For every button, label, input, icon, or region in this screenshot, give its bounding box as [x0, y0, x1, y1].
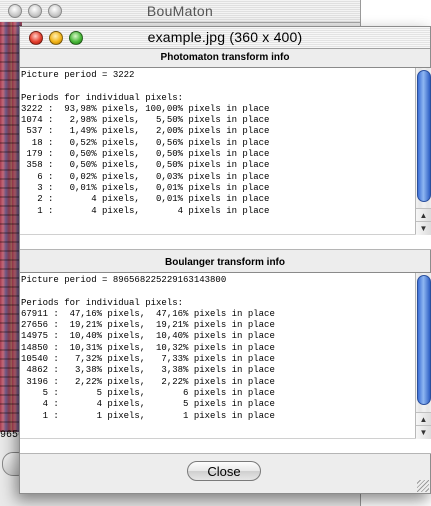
boulanger-heading: Boulanger transform info	[164, 257, 285, 268]
photomaton-heading: Photomaton transform info	[160, 52, 290, 63]
photomaton-line: Periods for individual pixels:	[21, 92, 184, 103]
info-window: example.jpg (360 x 400) Photomaton trans…	[19, 26, 431, 494]
boulanger-line: Picture period = 896568225229163143800	[21, 275, 227, 285]
boulanger-text-view[interactable]: Picture period = 896568225229163143800 Pe…	[20, 272, 431, 454]
photomaton-text: Picture period = 3222 Periods for individ…	[21, 70, 269, 217]
photomaton-line: 358 : 0,50% pixels, 0,50% pixels in plac…	[21, 160, 270, 171]
window-titlebar[interactable]: example.jpg (360 x 400)	[20, 27, 430, 49]
photomaton-line: Picture period = 3222	[21, 70, 135, 80]
photomaton-line: 1074 : 2,98% pixels, 5,50% pixels in pla…	[21, 115, 270, 126]
photomaton-scroll-thumb[interactable]	[417, 70, 431, 202]
boulanger-line: 3196 : 2,22% pixels, 2,22% pixels in pla…	[21, 376, 275, 387]
scroll-up-arrow-icon[interactable]: ▲	[416, 412, 431, 426]
boulanger-scroll-thumb[interactable]	[417, 275, 431, 405]
photomaton-line: 3 : 0,01% pixels, 0,01% pixels in place	[21, 182, 270, 193]
photomaton-line: 6 : 0,02% pixels, 0,03% pixels in place	[21, 171, 270, 182]
photomaton-line: 1 : 4 pixels, 4 pixels in place	[21, 205, 270, 216]
background-titlebar: BouMaton	[0, 0, 360, 23]
boulanger-line: 1 : 1 pixels, 1 pixels in place	[21, 410, 275, 421]
boulanger-line: 5 : 5 pixels, 6 pixels in place	[21, 387, 275, 398]
photomaton-line: 18 : 0,52% pixels, 0,56% pixels in place	[21, 137, 270, 148]
boulanger-line: 4862 : 3,38% pixels, 3,38% pixels in pla…	[21, 365, 275, 376]
photomaton-line: 179 : 0,50% pixels, 0,50% pixels in plac…	[21, 149, 270, 160]
boulanger-line: Periods for individual pixels:	[21, 297, 184, 308]
resize-grip-icon[interactable]	[417, 480, 429, 492]
boulanger-vertical-scrollbar[interactable]: ▲ ▼	[415, 273, 431, 439]
boulanger-text: Picture period = 896568225229163143800 Pe…	[21, 275, 275, 422]
photomaton-line: 3222 : 93,98% pixels, 100,00% pixels in …	[21, 103, 270, 114]
photomaton-horizontal-scrollbar[interactable]	[20, 234, 431, 248]
boulanger-line: 14850 : 10,31% pixels, 10,32% pixels in …	[21, 342, 275, 353]
scroll-down-arrow-icon[interactable]: ▼	[416, 425, 431, 439]
boulanger-line: 10540 : 7,32% pixels, 7,33% pixels in pl…	[21, 354, 275, 365]
boulanger-line: 14975 : 10,40% pixels, 10,40% pixels in …	[21, 331, 275, 342]
scroll-up-arrow-icon[interactable]: ▲	[416, 208, 431, 222]
boulanger-line: 4 : 4 pixels, 5 pixels in place	[21, 399, 275, 410]
background-window-title: BouMaton	[146, 3, 214, 19]
photomaton-line: 537 : 1,49% pixels, 2,00% pixels in plac…	[21, 126, 270, 137]
boulanger-line: 27656 : 19,21% pixels, 19,21% pixels in …	[21, 320, 275, 331]
photomaton-line	[21, 81, 269, 92]
window-title: example.jpg (360 x 400)	[147, 29, 303, 45]
close-button[interactable]: Close	[187, 461, 261, 481]
photomaton-line: 2 : 4 pixels, 0,01% pixels in place	[21, 194, 270, 205]
boulanger-line	[21, 286, 275, 297]
photomaton-text-view[interactable]: Picture period = 3222 Periods for individ…	[20, 67, 431, 250]
scroll-down-arrow-icon[interactable]: ▼	[416, 221, 431, 235]
boulanger-horizontal-scrollbar[interactable]	[20, 438, 431, 452]
boulanger-line: 67911 : 47,16% pixels, 47,16% pixels in …	[21, 308, 275, 319]
photomaton-vertical-scrollbar[interactable]: ▲ ▼	[415, 68, 431, 235]
